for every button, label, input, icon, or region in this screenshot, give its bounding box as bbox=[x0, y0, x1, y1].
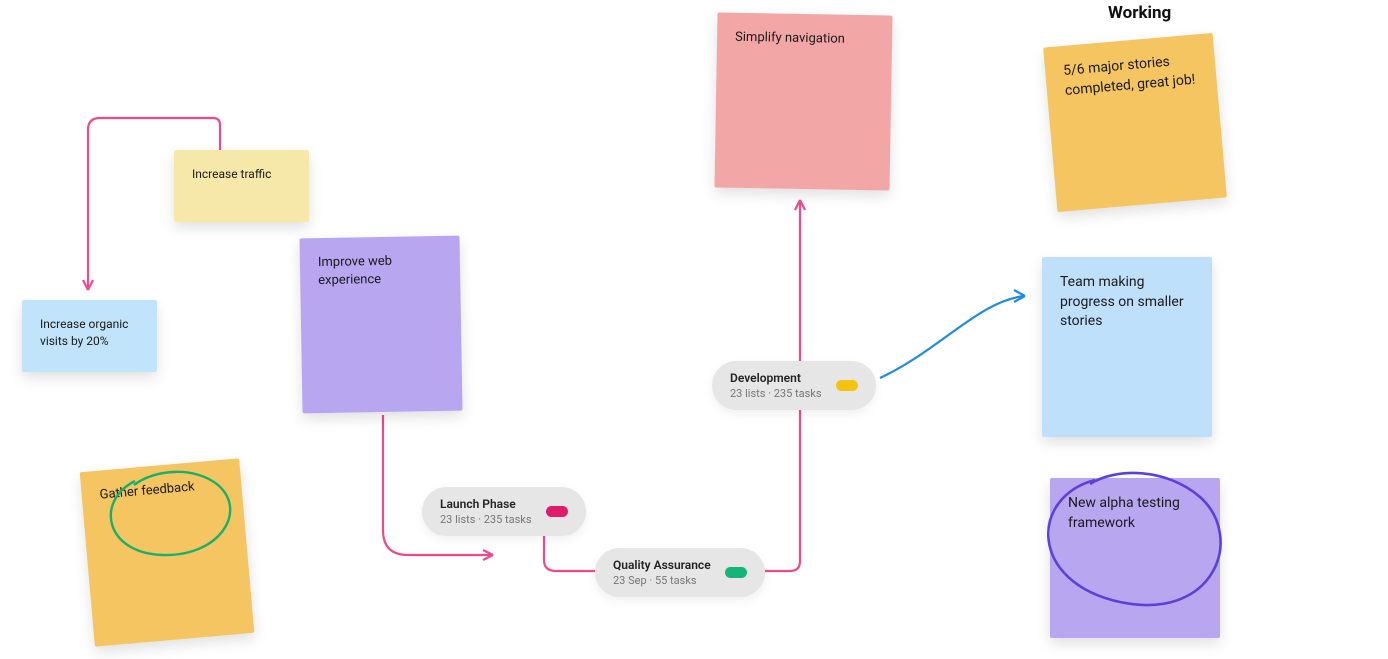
column-heading-working: Working bbox=[1108, 3, 1171, 23]
sticky-stories-completed[interactable]: 5/6 major stories completed, great job! bbox=[1043, 33, 1227, 212]
sticky-team-progress[interactable]: Team making progress on smaller stories bbox=[1042, 257, 1212, 437]
node-quality-assurance[interactable]: Quality Assurance 23 Sep · 55 tasks bbox=[595, 548, 765, 597]
sticky-improve-web[interactable]: Improve web experience bbox=[299, 236, 462, 414]
sticky-increase-traffic[interactable]: Increase traffic bbox=[174, 150, 309, 222]
node-sub: 23 Sep · 55 tasks bbox=[613, 574, 711, 587]
node-sub: 23 lists · 235 tasks bbox=[730, 387, 822, 400]
node-title: Development bbox=[730, 371, 822, 385]
node-sub: 23 lists · 235 tasks bbox=[440, 513, 532, 526]
status-pill bbox=[836, 380, 858, 391]
sticky-simplify-navigation[interactable]: Simplify navigation bbox=[714, 12, 892, 190]
node-title: Quality Assurance bbox=[613, 558, 711, 572]
sticky-alpha-testing[interactable]: New alpha testing framework bbox=[1050, 478, 1220, 638]
sticky-increase-organic-visits[interactable]: Increase organic visits by 20% bbox=[22, 300, 157, 372]
status-pill bbox=[546, 506, 568, 517]
node-title: Launch Phase bbox=[440, 497, 532, 511]
whiteboard-canvas[interactable]: Working Increase traffic Increase organi… bbox=[0, 0, 1388, 659]
sticky-gather-feedback[interactable]: Gather feedback bbox=[80, 458, 255, 646]
status-pill bbox=[725, 567, 747, 578]
node-development[interactable]: Development 23 lists · 235 tasks bbox=[712, 361, 876, 410]
node-launch-phase[interactable]: Launch Phase 23 lists · 235 tasks bbox=[422, 487, 586, 536]
